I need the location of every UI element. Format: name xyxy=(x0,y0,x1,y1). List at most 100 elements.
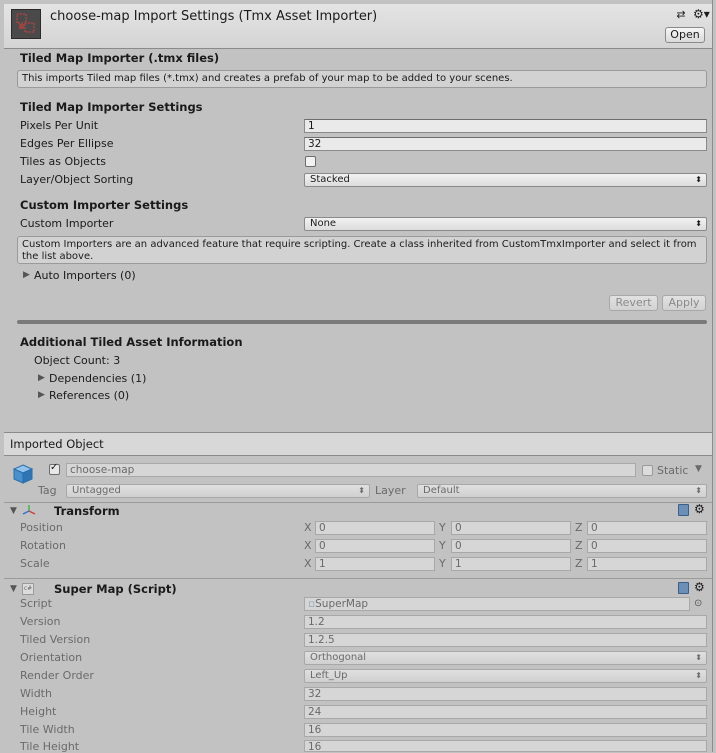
scale-x-field[interactable]: 1 xyxy=(315,557,435,571)
static-label: Static xyxy=(657,464,689,477)
chevron-updown-icon: ⬍ xyxy=(695,175,702,184)
gameobject-name-field[interactable]: choose-map xyxy=(66,463,636,477)
chevron-updown-icon: ⬍ xyxy=(358,486,365,495)
render-order-label: Render Order xyxy=(20,669,94,682)
inspector-title: choose-map Import Settings (Tmx Asset Im… xyxy=(50,9,378,24)
rotation-x-field[interactable]: 0 xyxy=(315,539,435,553)
chevron-updown-icon: ⬍ xyxy=(695,671,702,680)
height-field[interactable]: 24 xyxy=(304,705,707,719)
y-axis-label: Y xyxy=(439,539,446,552)
inspector-right-border xyxy=(712,0,713,752)
chevron-updown-icon: ⬍ xyxy=(695,653,702,662)
rotation-label: Rotation xyxy=(20,539,67,552)
pixels-per-unit-label: Pixels Per Unit xyxy=(20,119,99,132)
additional-info-title: Additional Tiled Asset Information xyxy=(20,335,243,349)
sorting-label: Layer/Object Sorting xyxy=(20,173,134,186)
triangle-down-icon[interactable]: ▼ xyxy=(10,506,17,516)
tmx-asset-icon xyxy=(11,9,41,39)
settings-title: Tiled Map Importer Settings xyxy=(20,100,203,114)
z-axis-label: Z xyxy=(575,557,583,570)
gear-icon[interactable]: ⚙▾ xyxy=(693,7,710,21)
gear-icon[interactable]: ⚙ xyxy=(694,580,710,594)
x-axis-label: X xyxy=(304,539,312,552)
x-axis-label: X xyxy=(304,521,312,534)
version-label: Version xyxy=(20,615,61,628)
tmx-description: This imports Tiled map files (*.tmx) and… xyxy=(17,70,707,88)
object-count: Object Count: 3 xyxy=(34,354,121,367)
x-axis-label: X xyxy=(304,557,312,570)
tile-width-field[interactable]: 16 xyxy=(304,723,707,737)
help-book-icon[interactable] xyxy=(678,582,689,594)
z-axis-label: Z xyxy=(575,521,583,534)
tiles-as-objects-label: Tiles as Objects xyxy=(20,155,107,168)
scale-z-field[interactable]: 1 xyxy=(587,557,707,571)
position-z-field[interactable]: 0 xyxy=(587,521,707,535)
auto-importers-foldout[interactable]: Auto Importers (0) xyxy=(34,269,136,282)
version-field[interactable]: 1.2 xyxy=(304,615,707,629)
custom-importer-dropdown[interactable]: None ⬍ xyxy=(304,217,707,231)
tag-value: Untagged xyxy=(72,485,121,496)
tiled-version-field[interactable]: 1.2.5 xyxy=(304,633,707,647)
tile-height-field[interactable]: 16 xyxy=(304,740,707,752)
active-checkbox[interactable]: ✓ xyxy=(49,462,60,475)
tiled-version-label: Tiled Version xyxy=(20,633,91,646)
orientation-dropdown[interactable]: Orthogonal ⬍ xyxy=(304,651,707,665)
transform-title: Transform xyxy=(54,504,120,518)
chevron-updown-icon: ⬍ xyxy=(695,219,702,228)
open-button[interactable]: Open xyxy=(665,27,705,43)
pixels-per-unit-field[interactable]: 1 xyxy=(304,119,707,133)
triangle-right-icon[interactable]: ▶ xyxy=(38,390,45,400)
width-field[interactable]: 32 xyxy=(304,687,707,701)
static-checkbox[interactable] xyxy=(642,465,653,476)
edges-per-ellipse-field[interactable]: 32 xyxy=(304,137,707,151)
position-label: Position xyxy=(20,521,63,534)
custom-importer-value: None xyxy=(310,218,337,229)
position-x-field[interactable]: 0 xyxy=(315,521,435,535)
tile-width-label: Tile Width xyxy=(20,723,75,736)
script-value: SuperMap xyxy=(315,598,369,610)
custom-settings-title: Custom Importer Settings xyxy=(20,198,189,212)
layer-dropdown[interactable]: Default ⬍ xyxy=(417,484,707,498)
script-label: Script xyxy=(20,597,52,610)
render-order-dropdown[interactable]: Left_Up ⬍ xyxy=(304,669,707,683)
scale-label: Scale xyxy=(20,557,50,570)
component-divider xyxy=(4,502,712,503)
width-label: Width xyxy=(20,687,52,700)
orientation-value: Orthogonal xyxy=(310,652,367,663)
sorting-dropdown[interactable]: Stacked ⬍ xyxy=(304,173,707,187)
rotation-z-field[interactable]: 0 xyxy=(587,539,707,553)
revert-button[interactable]: Revert xyxy=(609,295,658,311)
object-picker-icon[interactable]: ⊙ xyxy=(694,597,706,611)
gear-icon[interactable]: ⚙ xyxy=(694,502,710,516)
imported-object-header: Imported Object xyxy=(10,437,104,451)
layer-value: Default xyxy=(423,485,460,496)
tiles-as-objects-checkbox[interactable] xyxy=(305,156,316,167)
y-axis-label: Y xyxy=(439,521,446,534)
triangle-right-icon[interactable]: ▶ xyxy=(38,373,45,383)
preset-icon[interactable]: ⇄ xyxy=(674,8,688,22)
script-field[interactable]: ▫SuperMap xyxy=(304,597,690,611)
z-axis-label: Z xyxy=(575,539,583,552)
dependencies-foldout[interactable]: Dependencies (1) xyxy=(49,372,146,385)
rotation-y-field[interactable]: 0 xyxy=(451,539,571,553)
component-divider xyxy=(4,578,712,579)
triangle-right-icon[interactable]: ▶ xyxy=(23,270,30,280)
help-book-icon[interactable] xyxy=(678,504,689,516)
position-y-field[interactable]: 0 xyxy=(451,521,571,535)
triangle-down-icon[interactable]: ▼ xyxy=(10,584,17,594)
references-foldout[interactable]: References (0) xyxy=(49,389,129,402)
super-map-title: Super Map (Script) xyxy=(54,582,177,596)
tag-dropdown[interactable]: Untagged ⬍ xyxy=(66,484,370,498)
render-order-value: Left_Up xyxy=(310,670,348,681)
custom-importer-help: Custom Importers are an advanced feature… xyxy=(17,236,707,264)
tile-height-label: Tile Height xyxy=(20,740,80,753)
scale-y-field[interactable]: 1 xyxy=(451,557,571,571)
transform-icon xyxy=(22,504,36,518)
y-axis-label: Y xyxy=(439,557,446,570)
edges-per-ellipse-label: Edges Per Ellipse xyxy=(20,137,114,150)
static-dropdown-arrow-icon[interactable]: ▼ xyxy=(695,464,702,474)
apply-button[interactable]: Apply xyxy=(662,295,706,311)
imported-object-header-bar xyxy=(4,432,712,456)
orientation-label: Orientation xyxy=(20,651,83,664)
layer-label: Layer xyxy=(375,484,406,497)
